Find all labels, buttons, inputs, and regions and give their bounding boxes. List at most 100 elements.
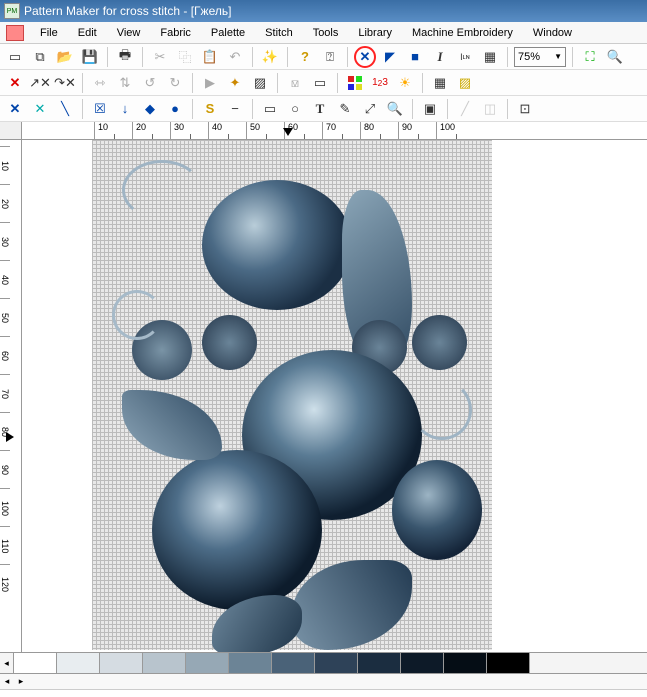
arrow-x-icon[interactable]: ↗✕ [29,72,51,94]
sun-icon[interactable]: ☀ [394,72,416,94]
panel-disabled-icon[interactable]: ◫ [479,98,501,120]
circle-icon[interactable]: ● [164,98,186,120]
box-diag-icon[interactable]: ☒ [89,98,111,120]
select-area-icon[interactable]: ▭ [309,72,331,94]
play-icon[interactable]: ▶ [199,72,221,94]
palette-swatch-3[interactable] [143,653,186,673]
ruler-v-tick: 40 [0,260,10,298]
cross-stitch-pattern[interactable] [92,140,492,650]
adjust-right-icon[interactable]: ▸ [14,676,28,687]
diamond-icon[interactable]: ◆ [139,98,161,120]
menu-edit[interactable]: Edit [68,24,107,42]
ruler-corner [0,122,22,140]
italic-button[interactable]: I [429,46,451,68]
menu-machine-embroidery[interactable]: Machine Embroidery [402,24,523,42]
new-icon[interactable]: ▭ [4,46,26,68]
hatch-icon[interactable]: ▨ [454,72,476,94]
menu-file[interactable]: File [30,24,68,42]
menu-stitch[interactable]: Stitch [255,24,303,42]
zoom-tool-icon[interactable]: 🔍 [604,46,626,68]
zoom-combobox[interactable]: 75% ▼ [514,47,566,67]
palette-swatch-2[interactable] [100,653,143,673]
ruler-h-tick: 30 [170,122,208,139]
menu-window[interactable]: Window [523,24,582,42]
help-icon[interactable]: ? [294,46,316,68]
fill-icon[interactable]: ■ [404,46,426,68]
ruler-vertical[interactable]: 10 20 30 40 50 60 70 80 90 100 110 120 [0,140,22,652]
over-x-icon[interactable]: ↷✕ [54,72,76,94]
palette-swatch-5[interactable] [229,653,272,673]
menu-bar: File Edit View Fabric Palette Stitch Too… [0,22,647,44]
zoom-value: 75% [518,51,540,63]
rotate-right-icon[interactable]: ↻ [164,72,186,94]
canvas[interactable] [22,140,647,652]
rotate-left-icon[interactable]: ↺ [139,72,161,94]
number-label-icon[interactable]: 123 [369,72,391,94]
cut-icon[interactable]: ✂ [149,46,171,68]
triangle-icon[interactable]: ◤ [379,46,401,68]
x-stitch-icon[interactable]: ✕ [4,98,26,120]
menu-library[interactable]: Library [348,24,402,42]
ruler-v-tick: 90 [0,450,10,488]
grid-icon[interactable]: ▦ [479,46,501,68]
palette-swatch-0[interactable] [14,653,57,673]
play-mode-icon[interactable]: ▣ [419,98,441,120]
adjust-left-icon[interactable]: ◂ [0,676,14,687]
eyedropper-icon[interactable]: ⤢ [359,98,381,120]
palette-swatch-9[interactable] [401,653,444,673]
palette-squares-icon[interactable] [344,72,366,94]
ruler-h-marker[interactable] [283,128,293,136]
chevron-down-icon: ▼ [554,52,562,61]
palette-swatch-4[interactable] [186,653,229,673]
select-rect-icon[interactable]: ▭ [259,98,281,120]
crop-icon[interactable]: ⟏ [284,72,306,94]
pencil-icon[interactable]: ✎ [334,98,356,120]
line-mode-button[interactable]: Iʟɴ [454,46,476,68]
frame-icon[interactable]: ⊡ [514,98,536,120]
full-stitch-icon[interactable]: ✕ [354,46,376,68]
ruler-v-tick: 20 [0,184,10,222]
menu-palette[interactable]: Palette [201,24,255,42]
flip-h-icon[interactable]: ⇿ [89,72,111,94]
palette-swatch-7[interactable] [315,653,358,673]
whats-this-icon[interactable]: ⍰ [319,46,341,68]
copy-icon[interactable]: ⿻ [174,46,196,68]
palette-swatch-1[interactable] [57,653,100,673]
menu-tools[interactable]: Tools [303,24,349,42]
undo-icon[interactable]: ↶ [224,46,246,68]
s-stitch-button[interactable]: S [199,98,221,120]
palette-swatch-11[interactable] [487,653,530,673]
grid-toggle-icon[interactable]: ▦ [429,72,451,94]
ruler-horizontal[interactable]: 10 20 30 40 50 60 70 80 90 100 [22,122,647,140]
menu-fabric[interactable]: Fabric [150,24,201,42]
print-icon[interactable]: 🖶 [114,46,136,68]
x-stitch-alt-icon[interactable]: ✕ [29,98,51,120]
fit-icon[interactable]: ⛶ [579,46,601,68]
dash-button[interactable]: − [224,98,246,120]
paste-icon[interactable]: 📋 [199,46,221,68]
palette-scroll-left[interactable]: ◂ [0,653,14,673]
doc-icon[interactable] [6,25,24,41]
select-circle-icon[interactable]: ○ [284,98,306,120]
text-tool-button[interactable]: T [309,98,331,120]
pattern-icon[interactable]: ▨ [249,72,271,94]
magnifier-icon[interactable]: 🔍 [384,98,406,120]
palette-swatch-8[interactable] [358,653,401,673]
magic-icon[interactable]: ✨ [259,46,281,68]
ruler-v-tick: 60 [0,336,10,374]
open-icon[interactable]: 📂 [54,46,76,68]
line-disabled-icon[interactable]: ╱ [454,98,476,120]
menu-view[interactable]: View [107,24,151,42]
delete-stitch-icon[interactable]: ✕ [4,72,26,94]
save-icon[interactable]: 💾 [79,46,101,68]
diagonal-icon[interactable]: ╲ [54,98,76,120]
copy-doc-icon[interactable]: ⧉ [29,46,51,68]
arrow-down-icon[interactable]: ↓ [114,98,136,120]
palette-swatch-6[interactable] [272,653,315,673]
ruler-h-tick: 90 [398,122,436,139]
palette-swatch-10[interactable] [444,653,487,673]
flip-v-icon[interactable]: ⇅ [114,72,136,94]
sparkle-icon[interactable]: ✦ [224,72,246,94]
ruler-h-tick: 20 [132,122,170,139]
ruler-v-marker[interactable] [6,432,14,442]
